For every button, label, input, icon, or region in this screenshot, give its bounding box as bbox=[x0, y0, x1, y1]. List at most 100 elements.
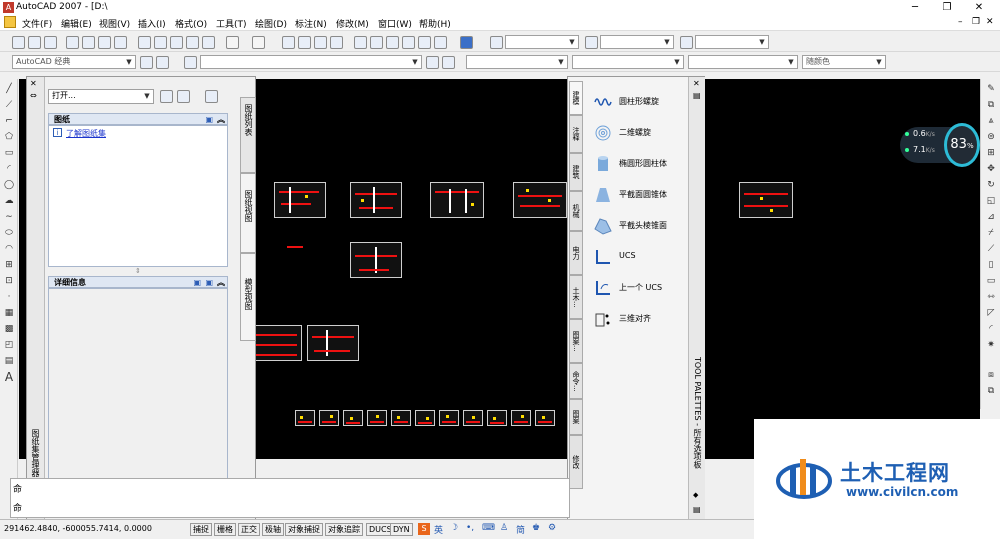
tab-sheet-views[interactable]: 图纸视图 bbox=[240, 173, 256, 253]
stretch-icon[interactable]: ⊿ bbox=[985, 211, 997, 223]
tool-spiral[interactable]: 二维螺旋 bbox=[592, 122, 696, 144]
ime-user-icon[interactable]: ♙ bbox=[500, 523, 508, 533]
toolpalette-autohide-icon[interactable]: ▤ bbox=[693, 505, 701, 514]
workspace-combo[interactable]: AutoCAD 经典 ▼ bbox=[12, 55, 136, 69]
line-icon[interactable]: ╱ bbox=[3, 83, 15, 95]
tool-helix[interactable]: 圆柱形螺旋 bbox=[592, 91, 696, 113]
zoom-realtime-icon[interactable] bbox=[298, 36, 311, 49]
move-icon[interactable]: ✥ bbox=[985, 163, 997, 175]
cut-icon[interactable] bbox=[138, 36, 151, 49]
autohide-icon[interactable]: ⇔ bbox=[30, 91, 37, 100]
tab-sheet-list[interactable]: 图纸列表 bbox=[240, 97, 256, 173]
tool-palettes-icon[interactable] bbox=[386, 36, 399, 49]
offset-icon[interactable]: ⊜ bbox=[985, 131, 997, 143]
break-at-point-icon[interactable]: ▯ bbox=[985, 259, 997, 271]
dim-style-icon[interactable] bbox=[585, 36, 598, 49]
toolpalette-menu-icon[interactable]: ▤ bbox=[693, 91, 701, 100]
multiline-text-icon[interactable]: A bbox=[3, 371, 15, 383]
color-control-combo[interactable]: ▼ bbox=[466, 55, 568, 69]
rotate-icon[interactable]: ↻ bbox=[985, 179, 997, 191]
tool-cone-frustum[interactable]: 平截面圆锥体 bbox=[592, 184, 696, 206]
ime-moon-icon[interactable]: ☽ bbox=[450, 523, 458, 533]
plot-style-combo[interactable]: 随颜色 ▼ bbox=[802, 55, 886, 69]
tab-electrical[interactable]: 电力 bbox=[569, 231, 583, 275]
point-icon[interactable]: · bbox=[3, 291, 15, 303]
workspace-save-icon[interactable] bbox=[156, 56, 169, 69]
ime-keyboard-icon[interactable]: ⌨ bbox=[482, 523, 495, 533]
ime-lang-toggle[interactable]: 英 bbox=[434, 523, 443, 536]
tool-elliptical-cylinder[interactable]: 椭圆形圆柱体 bbox=[592, 153, 696, 175]
collapse-icon[interactable]: ︽ bbox=[217, 114, 225, 125]
sheet-publish-icon[interactable] bbox=[177, 90, 190, 103]
snap-toggle[interactable]: 捕捉 bbox=[190, 523, 212, 536]
polar-toggle[interactable]: 极轴 bbox=[262, 523, 284, 536]
text-style-icon[interactable] bbox=[490, 36, 503, 49]
spline-icon[interactable]: ∼ bbox=[3, 211, 15, 223]
calculator-icon[interactable] bbox=[434, 36, 447, 49]
match-properties-icon[interactable] bbox=[186, 36, 199, 49]
ime-simplified-toggle[interactable]: 简 bbox=[516, 523, 525, 536]
document-icon[interactable] bbox=[4, 16, 16, 28]
copy-icon[interactable] bbox=[154, 36, 167, 49]
dim-style-combo[interactable]: ▼ bbox=[600, 35, 674, 49]
menu-tools[interactable]: 工具(T) bbox=[216, 17, 247, 30]
revision-cloud-icon[interactable]: ☁ bbox=[3, 195, 15, 207]
layer-previous-icon[interactable] bbox=[442, 56, 455, 69]
sheet-refresh-icon[interactable] bbox=[160, 90, 173, 103]
menu-view[interactable]: 视图(V) bbox=[99, 17, 130, 30]
circle-icon[interactable]: ◯ bbox=[3, 179, 15, 191]
doc-close-button[interactable]: ✕ bbox=[986, 17, 994, 27]
grid-toggle[interactable]: 栅格 bbox=[214, 523, 236, 536]
fillet-icon[interactable]: ◜ bbox=[985, 323, 997, 335]
sheet-set-titlebar[interactable]: ✕ ⇔ 图纸集管理器 ◆ ▤ bbox=[27, 77, 45, 519]
tab-architectural[interactable]: 建筑 bbox=[569, 153, 583, 191]
zoom-previous-icon[interactable] bbox=[330, 36, 343, 49]
make-block-icon[interactable]: ⊡ bbox=[3, 275, 15, 287]
lineweight-combo[interactable]: ▼ bbox=[688, 55, 798, 69]
osnap-toggle[interactable]: 对象捕捉 bbox=[285, 523, 323, 536]
tab-civil[interactable]: 土木... bbox=[569, 275, 583, 319]
preview-icon[interactable] bbox=[82, 36, 95, 49]
close-palette-icon[interactable]: ✕ bbox=[30, 79, 37, 88]
tab-mechanical[interactable]: 机械 bbox=[569, 191, 583, 231]
sheets-panel-header[interactable]: 图纸 ▣ ︽ bbox=[48, 113, 228, 125]
menu-draw[interactable]: 绘图(D) bbox=[255, 17, 287, 30]
close-toolpalette-icon[interactable]: ✕ bbox=[693, 79, 700, 88]
otrack-toggle[interactable]: 对象追踪 bbox=[325, 523, 363, 536]
ime-skin-icon[interactable]: ♚ bbox=[532, 523, 540, 533]
tab-command[interactable]: 命令... bbox=[569, 363, 583, 399]
arc-icon[interactable]: ◜ bbox=[3, 163, 15, 175]
ortho-toggle[interactable]: 正交 bbox=[238, 523, 260, 536]
hatch-icon[interactable]: ▦ bbox=[3, 307, 15, 319]
join-icon[interactable]: ⇿ bbox=[985, 291, 997, 303]
tool-3d-align[interactable]: 三维对齐 bbox=[592, 308, 696, 330]
menu-window[interactable]: 窗口(W) bbox=[378, 17, 412, 30]
preview-toggle-icon[interactable]: ▣ bbox=[205, 277, 213, 288]
splitter-grip[interactable]: ⇕ bbox=[135, 267, 141, 275]
zoom-window-icon[interactable] bbox=[314, 36, 327, 49]
details-icon[interactable]: ▣ bbox=[193, 277, 201, 288]
open-icon[interactable] bbox=[28, 36, 41, 49]
layer-manager-icon[interactable] bbox=[184, 56, 197, 69]
print-icon[interactable] bbox=[66, 36, 79, 49]
details-panel-header[interactable]: 详细信息 ▣ ▣ ︽ bbox=[48, 276, 228, 288]
table-style-combo[interactable]: ▼ bbox=[695, 35, 769, 49]
new-icon[interactable] bbox=[12, 36, 25, 49]
tool-ucs[interactable]: UCS bbox=[592, 246, 696, 268]
construction-line-icon[interactable]: ⟋ bbox=[3, 99, 15, 111]
design-center-icon[interactable] bbox=[370, 36, 383, 49]
extend-icon[interactable]: ⟋ bbox=[985, 243, 997, 255]
tab-model-views[interactable]: 模型视图 bbox=[240, 253, 256, 341]
linetype-combo[interactable]: ▼ bbox=[572, 55, 684, 69]
minimize-button[interactable]: ─ bbox=[900, 0, 930, 15]
ellipse-arc-icon[interactable]: ◠ bbox=[3, 243, 15, 255]
menu-file[interactable]: 文件(F) bbox=[22, 17, 52, 30]
tab-modify[interactable]: 修改 bbox=[569, 435, 583, 489]
tab-annotation[interactable]: 注释 bbox=[569, 115, 583, 153]
polyline-icon[interactable]: ⌐ bbox=[3, 115, 15, 127]
break-icon[interactable]: ▭ bbox=[985, 275, 997, 287]
rectangle-icon[interactable]: ▭ bbox=[3, 147, 15, 159]
collapse-details-icon[interactable]: ︽ bbox=[217, 277, 225, 288]
tab-hatch[interactable]: 图案 bbox=[569, 399, 583, 435]
sheets-panel-icon[interactable]: ▣ bbox=[205, 114, 213, 125]
